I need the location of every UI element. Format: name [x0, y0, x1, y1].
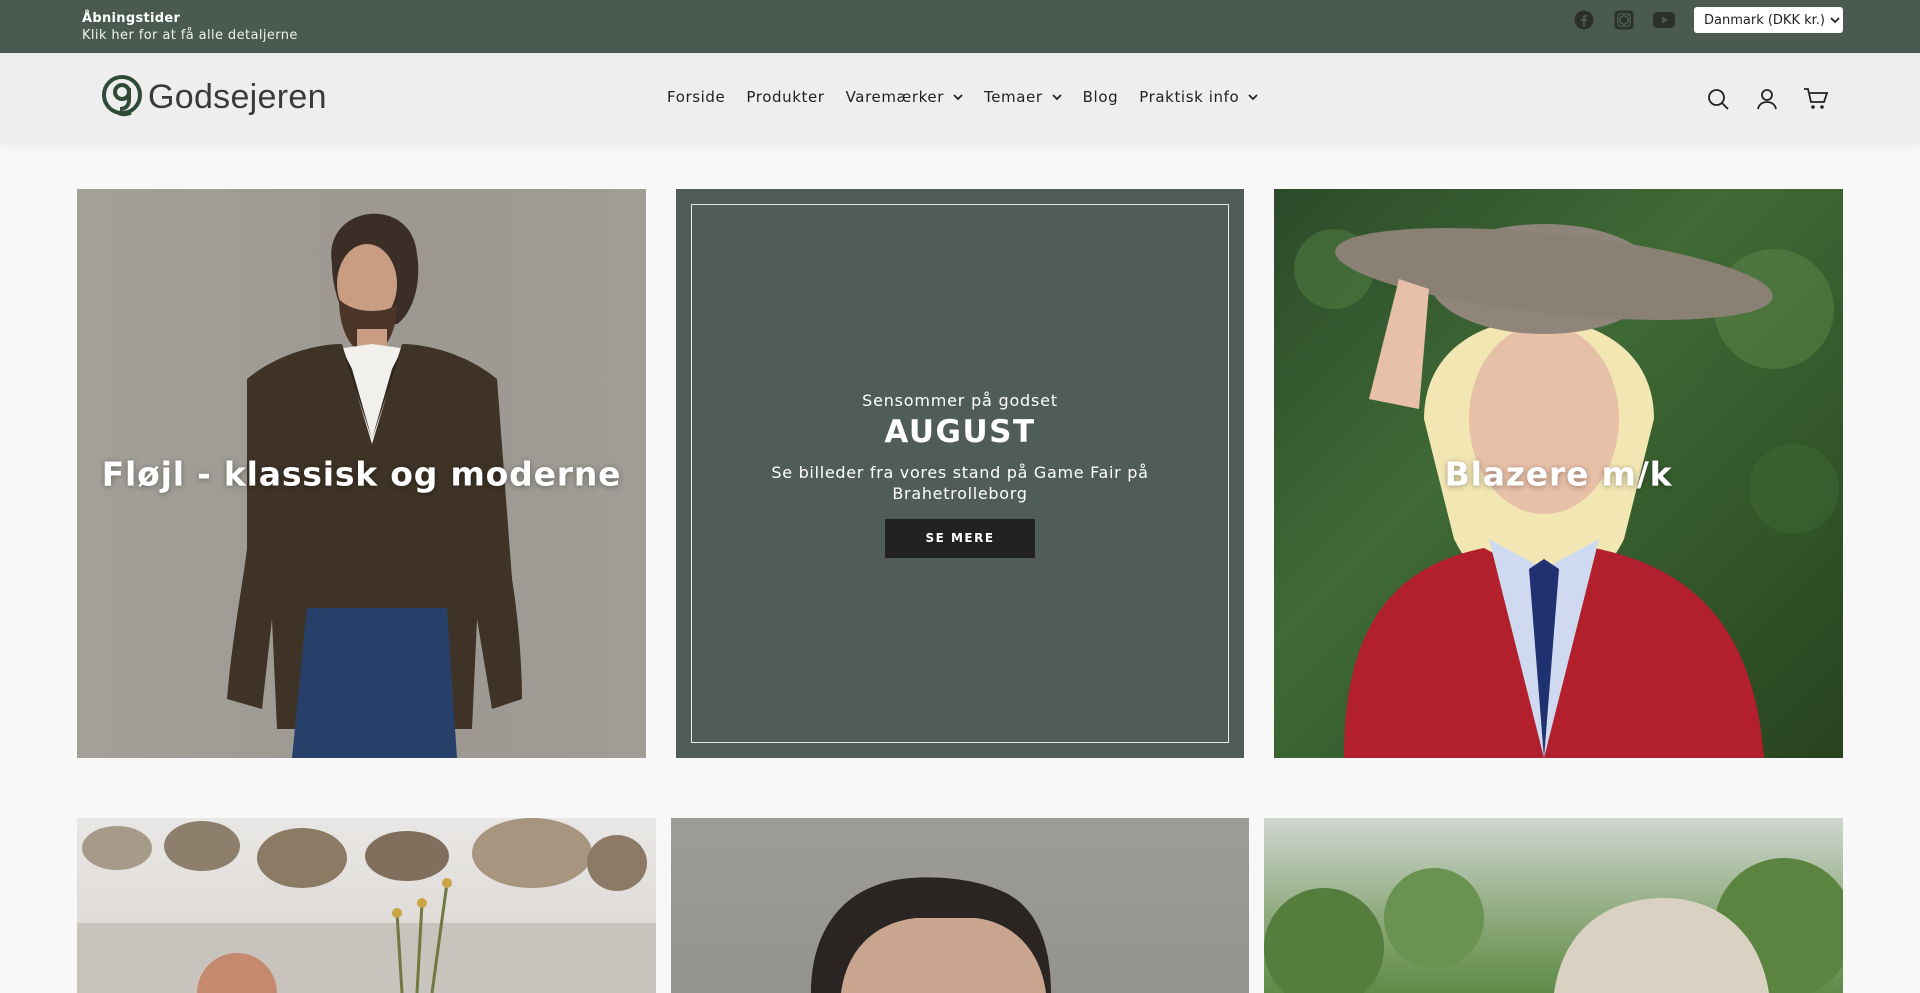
- nav-item-forside[interactable]: Forside: [667, 88, 725, 106]
- currency-selected: Danmark (DKK kr.): [1704, 12, 1825, 28]
- cart-icon[interactable]: [1803, 86, 1829, 112]
- nav-item-blog[interactable]: Blog: [1083, 88, 1119, 106]
- feature-tile: Sensommer på godset AUGUST Se billeder f…: [676, 189, 1244, 758]
- currency-selector[interactable]: Danmark (DKK kr.): [1694, 7, 1843, 33]
- opening-hours-subtitle: Klik her for at få alle detaljerne: [82, 28, 298, 43]
- instagram-icon[interactable]: [1613, 9, 1635, 31]
- nav-item-label: Forside: [667, 88, 726, 106]
- nav-item-label: Temaer: [984, 88, 1043, 106]
- logo-link[interactable]: Godsejeren: [100, 74, 327, 120]
- nav-item-label: Blog: [1082, 88, 1119, 106]
- account-icon[interactable]: [1754, 86, 1780, 112]
- see-more-button[interactable]: SE MERE: [885, 519, 1035, 558]
- velvet-collection-tile[interactable]: Fløjl - klassisk og moderne: [77, 189, 646, 758]
- youtube-icon[interactable]: [1653, 9, 1675, 31]
- nav-item-label: Produkter: [746, 88, 825, 106]
- feature-content: Sensommer på godset AUGUST Se billeder f…: [676, 391, 1244, 558]
- nav-item-varemaerker[interactable]: Varemærker: [846, 88, 963, 106]
- tile-title: Blazere m/k: [1444, 454, 1673, 493]
- search-icon[interactable]: [1705, 86, 1731, 112]
- chevron-down-icon: [1052, 93, 1062, 100]
- tile-title: Fløjl - klassisk og moderne: [101, 454, 622, 493]
- announcement-bar: Åbningstider Klik her for at få alle det…: [0, 0, 1920, 53]
- nav-item-label: Varemærker: [845, 88, 944, 106]
- facebook-icon[interactable]: [1573, 9, 1595, 31]
- main-nav: Forside Produkter Varemærker Temaer Blog…: [667, 88, 1258, 106]
- feature-kicker: Sensommer på godset: [862, 391, 1058, 410]
- feature-description: Se billeder fra vores stand på Game Fair…: [771, 463, 1149, 503]
- outdoor-tile[interactable]: [1264, 818, 1843, 993]
- chevron-down-icon: [953, 93, 963, 100]
- event-photo-tile[interactable]: [77, 818, 656, 993]
- opening-hours-link[interactable]: Åbningstider Klik her for at få alle det…: [82, 10, 298, 44]
- feature-headline: AUGUST: [884, 414, 1036, 450]
- portrait-tile[interactable]: [671, 818, 1249, 993]
- stones-display-photo: [77, 818, 656, 993]
- nav-item-label: Praktisk info: [1139, 88, 1240, 106]
- woman-outdoor-photo: [1264, 858, 1843, 993]
- blazers-tile[interactable]: Blazere m/k: [1274, 189, 1843, 758]
- nav-item-temaer[interactable]: Temaer: [984, 88, 1062, 106]
- nav-item-praktisk-info[interactable]: Praktisk info: [1139, 88, 1258, 106]
- man-portrait-photo: [811, 877, 1051, 993]
- site-header: Godsejeren Forside Produkter Varemærker …: [0, 53, 1920, 143]
- logo-icon: [102, 75, 142, 117]
- nav-item-produkter[interactable]: Produkter: [746, 88, 824, 106]
- opening-hours-title: Åbningstider: [82, 11, 181, 26]
- chevron-down-icon: [1248, 93, 1258, 100]
- chevron-down-icon: [1830, 16, 1840, 23]
- brand-name: Godsejeren: [148, 77, 327, 116]
